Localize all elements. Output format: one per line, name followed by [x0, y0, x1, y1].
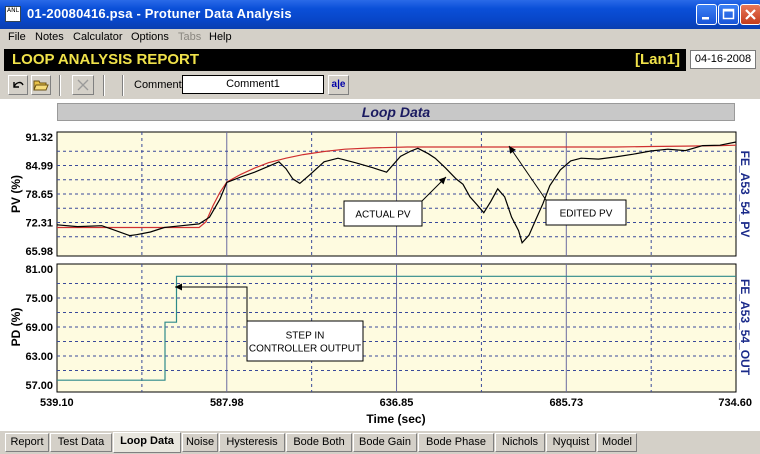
toolbar: Comment Comment1 a|e: [0, 74, 760, 98]
annotation-text: EDITED PV: [560, 209, 613, 220]
pv-y-axis-title: PV (%): [9, 175, 23, 213]
pv-y-tick-label: 65.98: [25, 246, 53, 258]
annotation-text: ACTUAL PV: [355, 210, 411, 221]
tab-hysteresis[interactable]: Hysteresis: [219, 433, 285, 452]
report-title: LOOP ANALYSIS REPORT: [12, 51, 199, 68]
pv-tag-label: FE_A53_54_PV: [738, 151, 752, 238]
app-icon[interactable]: ANL: [5, 6, 21, 22]
x-tick-label: 685.73: [549, 397, 583, 409]
window-title: 01-20080416.psa - Protuner Data Analysis: [27, 6, 292, 21]
toolbar-separator: [59, 75, 61, 96]
pd-y-tick-label: 81.00: [25, 264, 53, 276]
report-header: LOOP ANALYSIS REPORT [Lan1] 04-16-2008: [0, 48, 760, 72]
comment-input[interactable]: Comment1: [182, 75, 324, 94]
tab-bode-both[interactable]: Bode Both: [286, 433, 352, 452]
pd-y-tick-label: 69.00: [25, 322, 53, 334]
close-button[interactable]: [740, 4, 760, 25]
menu-help[interactable]: Help: [209, 31, 232, 43]
minimize-button[interactable]: [696, 4, 717, 25]
close-icon: [745, 9, 756, 20]
spell-check-button[interactable]: a|e: [328, 75, 349, 95]
header-banner: LOOP ANALYSIS REPORT [Lan1]: [4, 49, 686, 71]
x-tick-label: 539.10: [40, 397, 74, 409]
comment-label: Comment: [134, 79, 182, 91]
pd-y-tick-label: 63.00: [25, 351, 53, 363]
menu-file[interactable]: File: [8, 31, 26, 43]
loop-data-chart[interactable]: 91.32 84.99 78.65 72.31 65.98 81.00 75.00 69.00…: [0, 99, 760, 431]
toolbar-separator: [122, 75, 124, 96]
tab-strip: Report Test Data Loop Data Noise Hystere…: [0, 432, 760, 454]
tab-model[interactable]: Model: [597, 433, 637, 452]
x-tick-label: 734.60: [718, 397, 752, 409]
chart-panel: Loop Data 91.32 84.99 78.65 72.31 65.98 81.00…: [0, 99, 760, 431]
pd-y-axis-title: PD (%): [9, 308, 23, 347]
tab-loop-data[interactable]: Loop Data: [113, 432, 181, 453]
pv-y-tick-label: 78.65: [25, 189, 53, 201]
step-output-annotation: STEP IN CONTROLLER OUTPUT: [246, 320, 364, 362]
date-field[interactable]: 04-16-2008: [690, 50, 756, 69]
edited-pv-annotation: EDITED PV: [545, 199, 627, 226]
menu-calculator[interactable]: Calculator: [73, 31, 123, 43]
undo-button[interactable]: [8, 75, 28, 95]
annotation-text: CONTROLLER OUTPUT: [249, 344, 361, 355]
pv-y-tick-label: 84.99: [25, 160, 53, 172]
tab-nyquist[interactable]: Nyquist: [546, 433, 596, 452]
undo-icon: [13, 81, 24, 88]
actual-pv-annotation: ACTUAL PV: [343, 200, 423, 227]
menu-notes[interactable]: Notes: [35, 31, 64, 43]
menu-options[interactable]: Options: [131, 31, 169, 43]
annotation-text: STEP IN: [286, 331, 325, 342]
tab-report[interactable]: Report: [5, 433, 49, 452]
x-tick-label: 587.98: [210, 397, 244, 409]
pd-y-tick-label: 75.00: [25, 293, 53, 305]
maximize-button[interactable]: [718, 4, 739, 25]
x-tick-label: 636.85: [380, 397, 414, 409]
pd-tag-label: FE_A53_54_OUT: [738, 279, 752, 376]
menu-bar: File Notes Calculator Options Tabs Help: [0, 29, 760, 47]
toolbar-separator: [103, 75, 105, 96]
menu-tabs[interactable]: Tabs: [178, 31, 201, 43]
x-mark-icon: [77, 79, 89, 91]
tab-test-data[interactable]: Test Data: [50, 433, 112, 452]
open-button[interactable]: [31, 75, 51, 95]
delete-button[interactable]: [72, 75, 94, 95]
tab-bode-phase[interactable]: Bode Phase: [418, 433, 494, 452]
title-bar: ANL 01-20080416.psa - Protuner Data Anal…: [0, 0, 760, 29]
pd-y-tick-label: 57.00: [25, 380, 53, 392]
folder-open-icon: [33, 80, 49, 91]
maximize-icon: [722, 8, 735, 20]
minimize-icon: [702, 17, 709, 20]
pv-y-tick-label: 72.31: [25, 218, 53, 230]
pv-y-tick-label: 91.32: [25, 132, 53, 144]
tab-nichols[interactable]: Nichols: [495, 433, 545, 452]
tab-noise[interactable]: Noise: [182, 433, 218, 452]
loop-tag: [Lan1]: [635, 51, 680, 68]
tab-bode-gain[interactable]: Bode Gain: [353, 433, 417, 452]
x-axis-title: Time (sec): [366, 412, 425, 426]
